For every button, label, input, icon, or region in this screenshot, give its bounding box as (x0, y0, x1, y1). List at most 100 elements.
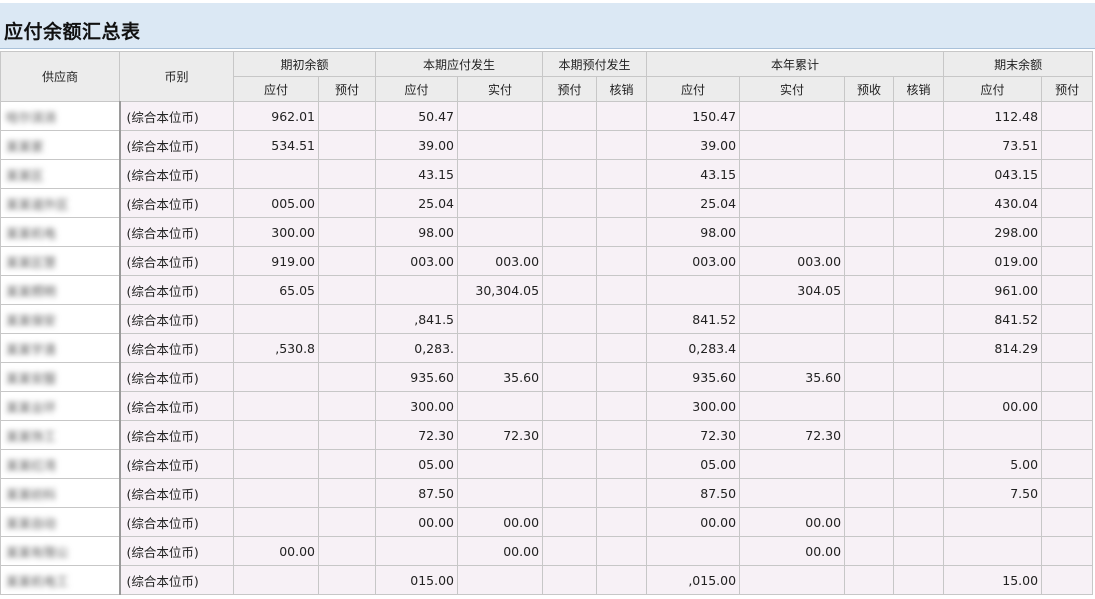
cell-opening-prepaid[interactable] (317, 159, 377, 189)
cell-year-received[interactable] (844, 246, 895, 276)
cell-period-prepaid[interactable] (542, 565, 598, 595)
cell-currency[interactable]: (综合本位币) (119, 333, 234, 363)
cell-currency[interactable]: (综合本位币) (119, 246, 234, 276)
table-row[interactable]: 某某区慧 (综合本位币) 919.00 003.00 003.00 003.00 003.0… (0, 246, 1094, 276)
col-header-year-received[interactable]: 预收 (844, 76, 895, 102)
cell-period-paid[interactable] (457, 478, 544, 508)
cell-closing-payable[interactable]: 298.00 (943, 217, 1043, 247)
table-row[interactable]: 某某宇清 (综合本位币) ,530.8 0,283. 0,283.4 814.29 (0, 333, 1094, 363)
cell-period-writeoff[interactable] (596, 304, 648, 334)
cell-year-paid[interactable] (739, 217, 846, 247)
cell-closing-payable[interactable]: 5.00 (943, 449, 1043, 479)
cell-year-payable[interactable]: 98.00 (646, 217, 741, 247)
cell-year-payable[interactable]: 72.30 (646, 420, 741, 450)
cell-currency[interactable]: (综合本位币) (119, 507, 234, 537)
cell-period-prepaid[interactable] (542, 101, 598, 131)
cell-supplier[interactable]: 某某区慧 (0, 246, 121, 276)
cell-opening-payable[interactable]: 005.00 (233, 188, 319, 218)
cell-opening-payable[interactable]: 300.00 (233, 217, 319, 247)
cell-currency[interactable]: (综合本位币) (119, 536, 234, 566)
cell-year-writeoff[interactable] (893, 188, 945, 218)
cell-year-received[interactable] (844, 217, 895, 247)
cell-period-payable[interactable] (375, 536, 459, 566)
cell-year-received[interactable] (844, 188, 895, 218)
cell-year-received[interactable] (844, 536, 895, 566)
cell-year-writeoff[interactable] (893, 507, 945, 537)
cell-opening-prepaid[interactable] (317, 188, 377, 218)
cell-period-writeoff[interactable] (596, 101, 648, 131)
cell-year-payable[interactable]: ,015.00 (646, 565, 741, 595)
cell-closing-prepaid[interactable] (1041, 188, 1094, 218)
cell-year-payable[interactable]: 00.00 (646, 507, 741, 537)
cell-year-payable[interactable]: 935.60 (646, 362, 741, 392)
cell-year-payable[interactable] (646, 536, 741, 566)
cell-opening-payable[interactable] (233, 362, 319, 392)
cell-year-received[interactable] (844, 333, 895, 363)
cell-year-received[interactable] (844, 304, 895, 334)
cell-year-payable[interactable] (646, 275, 741, 305)
cell-period-writeoff[interactable] (596, 565, 648, 595)
cell-closing-prepaid[interactable] (1041, 507, 1094, 537)
cell-year-paid[interactable] (739, 333, 846, 363)
cell-year-writeoff[interactable] (893, 304, 945, 334)
cell-closing-prepaid[interactable] (1041, 101, 1094, 131)
cell-closing-prepaid[interactable] (1041, 420, 1094, 450)
cell-period-payable[interactable]: 935.60 (375, 362, 459, 392)
cell-opening-payable[interactable]: 00.00 (233, 536, 319, 566)
table-row[interactable]: 某某区 (综合本位币) 43.15 43.15 043.15 (0, 159, 1094, 189)
table-row[interactable]: 某某纺科 (综合本位币) 87.50 87.50 7.50 (0, 478, 1094, 508)
cell-period-paid[interactable]: 72.30 (457, 420, 544, 450)
cell-currency[interactable]: (综合本位币) (119, 565, 234, 595)
cell-year-received[interactable] (844, 449, 895, 479)
cell-opening-prepaid[interactable] (317, 333, 377, 363)
cell-period-payable[interactable]: 00.00 (375, 507, 459, 537)
table-row[interactable]: 某某有限公 (综合本位币) 00.00 00.00 00.00 (0, 536, 1094, 566)
col-header-closing-prepaid[interactable]: 预付 (1041, 76, 1094, 102)
cell-period-prepaid[interactable] (542, 536, 598, 566)
cell-supplier[interactable]: 某某红湾 (0, 449, 121, 479)
cell-closing-prepaid[interactable] (1041, 362, 1094, 392)
cell-year-received[interactable] (844, 101, 895, 131)
cell-closing-prepaid[interactable] (1041, 275, 1094, 305)
cell-opening-prepaid[interactable] (317, 391, 377, 421)
cell-period-paid[interactable] (457, 565, 544, 595)
cell-period-prepaid[interactable] (542, 420, 598, 450)
cell-period-paid[interactable]: 00.00 (457, 536, 544, 566)
cell-year-payable[interactable]: 300.00 (646, 391, 741, 421)
cell-currency[interactable]: (综合本位币) (119, 217, 234, 247)
cell-year-writeoff[interactable] (893, 217, 945, 247)
cell-period-writeoff[interactable] (596, 507, 648, 537)
cell-year-writeoff[interactable] (893, 449, 945, 479)
col-header-year-payable[interactable]: 应付 (646, 76, 741, 102)
table-row[interactable]: 某某保安 (综合本位币) ,841.5 841.52 841.52 (0, 304, 1094, 334)
cell-period-paid[interactable]: 003.00 (457, 246, 544, 276)
cell-opening-prepaid[interactable] (317, 246, 377, 276)
cell-period-paid[interactable] (457, 391, 544, 421)
cell-year-writeoff[interactable] (893, 130, 945, 160)
cell-year-received[interactable] (844, 420, 895, 450)
col-header-supplier[interactable]: 供应商 (0, 51, 120, 102)
cell-period-prepaid[interactable] (542, 130, 598, 160)
cell-opening-payable[interactable] (233, 159, 319, 189)
cell-supplier[interactable]: 某某宇清 (0, 333, 121, 363)
cell-opening-payable[interactable] (233, 449, 319, 479)
cell-period-prepaid[interactable] (542, 507, 598, 537)
table-row[interactable]: 某某道外区 (综合本位币) 005.00 25.04 25.04 430.04 (0, 188, 1094, 218)
cell-closing-prepaid[interactable] (1041, 333, 1094, 363)
cell-closing-payable[interactable]: 430.04 (943, 188, 1043, 218)
cell-closing-payable[interactable] (943, 420, 1043, 450)
table-row[interactable]: 某某家 (综合本位币) 534.51 39.00 39.00 73.51 (0, 130, 1094, 160)
cell-supplier[interactable]: 某某照明 (0, 275, 121, 305)
cell-opening-prepaid[interactable] (317, 275, 377, 305)
cell-period-prepaid[interactable] (542, 246, 598, 276)
cell-period-paid[interactable] (457, 217, 544, 247)
cell-year-paid[interactable] (739, 449, 846, 479)
cell-period-payable[interactable]: 50.47 (375, 101, 459, 131)
cell-supplier[interactable]: 某某安服 (0, 362, 121, 392)
cell-currency[interactable]: (综合本位币) (119, 420, 234, 450)
cell-supplier[interactable]: 某某饰工 (0, 420, 121, 450)
cell-year-paid[interactable] (739, 565, 846, 595)
cell-opening-payable[interactable]: ,530.8 (233, 333, 319, 363)
cell-year-writeoff[interactable] (893, 333, 945, 363)
cell-year-paid[interactable] (739, 130, 846, 160)
